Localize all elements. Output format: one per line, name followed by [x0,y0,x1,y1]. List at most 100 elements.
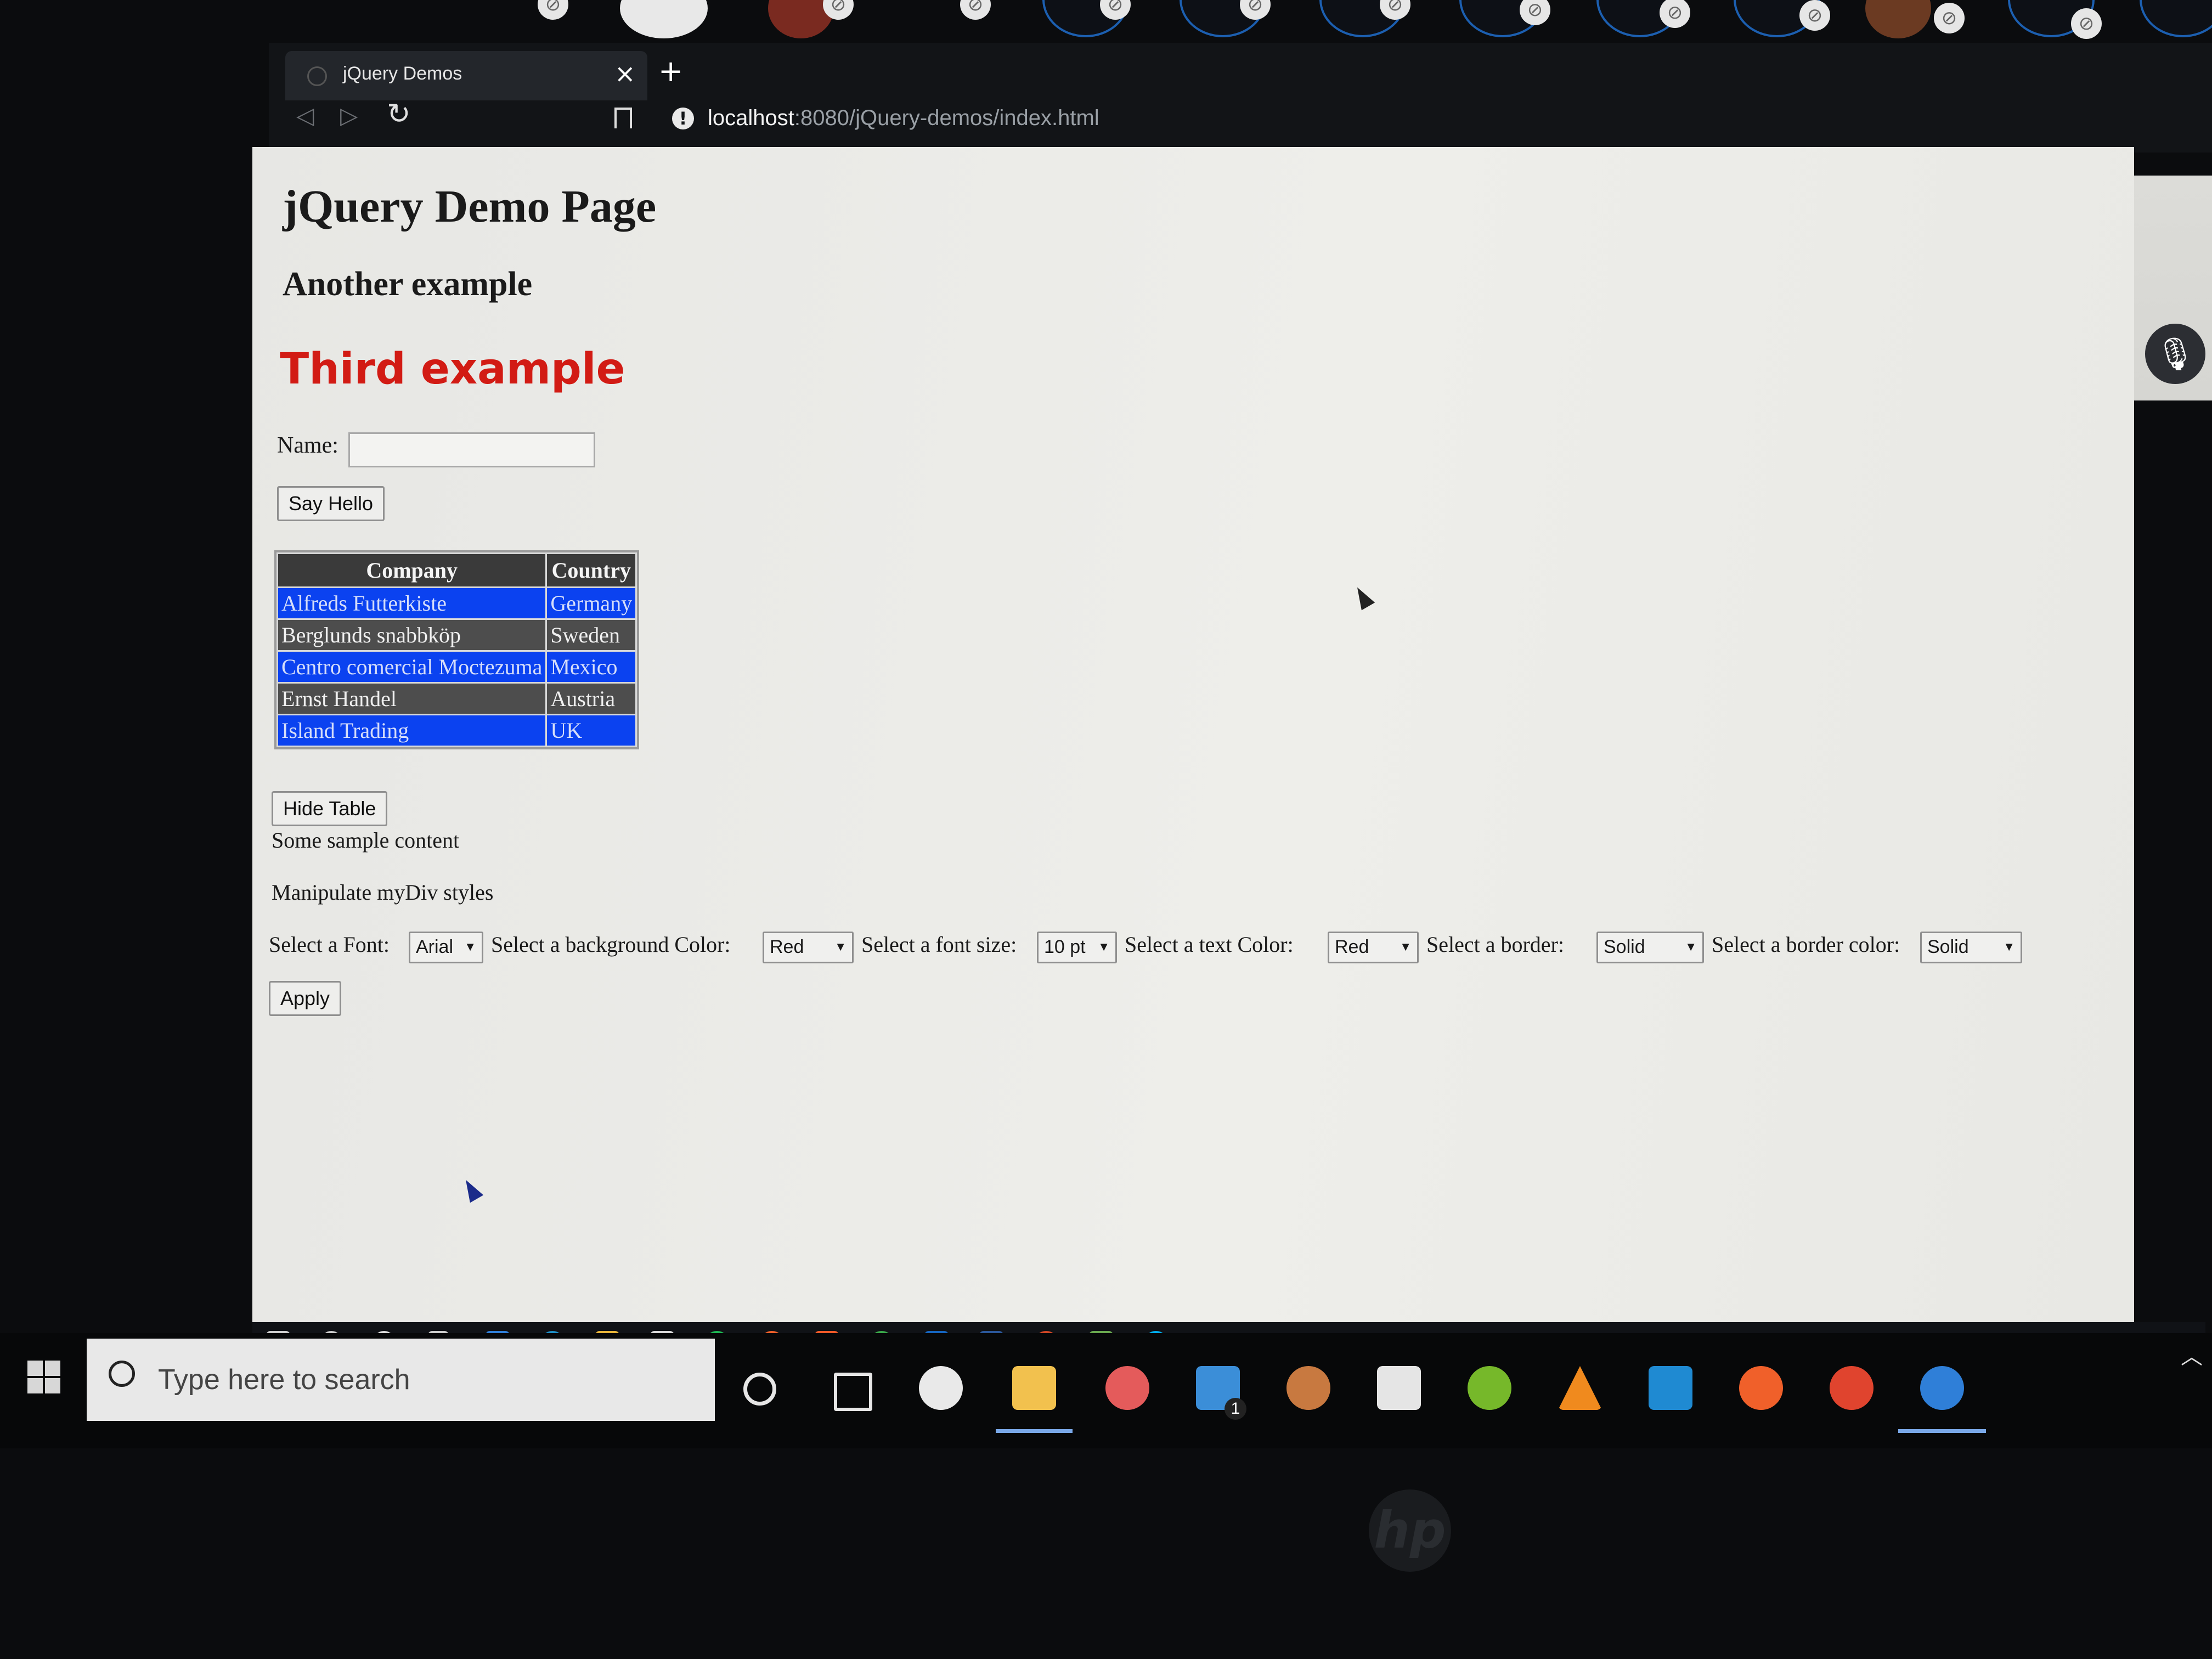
company-cell: Berglunds snabbköp [278,620,546,650]
mic-off-icon: ⊘ [1934,3,1965,33]
table-row: Ernst Handel Austria [278,684,636,714]
text-color-value: Red [1335,936,1369,957]
address-path: :8080/jQuery-demos/index.html [794,106,1099,130]
close-tab-icon[interactable]: × [614,59,636,88]
column-header-company: Company [278,554,546,586]
cortana-icon[interactable] [743,1373,776,1406]
table-row: Centro comercial Moctezuma Mexico [278,652,636,682]
company-cell: Island Trading [278,715,546,746]
page-title: jQuery Demo Page [283,181,657,232]
mic-off-icon: ⊘ [2071,8,2102,39]
apply-button[interactable]: Apply [269,981,342,1016]
vscode-icon[interactable] [1649,1366,1692,1410]
utorrent-icon[interactable] [1468,1366,1511,1410]
back-arrow-icon[interactable]: ◁ [296,102,314,129]
info-icon[interactable]: ! [672,108,694,129]
microphone-icon[interactable]: 🎙 [2145,324,2205,384]
mic-off-icon: ⊘ [960,0,991,20]
participant-avatar[interactable] [620,0,708,38]
active-app-indicator [996,1429,1073,1433]
table-row: Berglunds snabbköp Sweden [278,620,636,650]
windows-start-icon[interactable] [27,1361,61,1395]
third-example-heading: Third example [280,345,625,394]
chevron-up-icon[interactable]: ︿ [2181,1339,2203,1370]
border-color-label: Select a border color: [1712,932,1900,957]
border-value: Solid [1604,936,1645,957]
mic-off-icon: ⊘ [1799,0,1830,31]
text-color-label: Select a text Color: [1125,932,1294,957]
background-color-select[interactable]: Red ▼ [763,932,854,963]
country-cell: Austria [547,684,636,714]
snipping-tool-icon[interactable] [1105,1366,1149,1410]
vlc-icon[interactable] [1558,1366,1602,1410]
search-icon [109,1361,135,1387]
sample-content: Some sample content [272,828,460,853]
mouse-cursor-icon [459,1176,484,1203]
search-placeholder: Type here to search [158,1364,410,1396]
new-tab-icon[interactable]: + [658,54,683,88]
participant-tile[interactable] [2140,0,2212,37]
font-size-select[interactable]: 10 pt ▼ [1037,932,1117,963]
tab-title: jQuery Demos [343,63,462,84]
dropdown-arrow-icon: ▼ [1098,940,1110,953]
background-color-value: Red [770,936,804,957]
participant-strip: ⊘ ⊘ ⊘ ⊘ ⊘ ⊘ ⊘ ⊘ ⊘ ⊘ ⊘ [0,0,2212,39]
font-size-value: 10 pt [1044,936,1086,957]
page-viewport: jQuery Demo Page Another example Third e… [252,147,2134,1327]
company-cell: Alfreds Futterkiste [278,588,546,618]
column-header-country: Country [547,554,636,586]
browser-chrome: jQuery Demos × + ◁ ▷ ↻ ! localhost:8080/… [269,43,2212,153]
name-label: Name: [277,433,338,458]
background-color-label: Select a background Color: [491,932,731,957]
mic-off-icon: ⊘ [538,0,568,20]
active-app-indicator [1898,1429,1986,1433]
file-explorer-icon[interactable] [1012,1366,1056,1410]
table-row: Island Trading UK [278,715,636,746]
border-color-select[interactable]: Solid ▼ [1920,932,2022,963]
chrome-icon[interactable] [1830,1366,1874,1410]
firefox-icon[interactable] [1739,1366,1783,1410]
border-color-value: Solid [1927,936,1969,957]
address-bar[interactable]: localhost:8080/jQuery-demos/index.html [708,106,1099,131]
store-icon[interactable] [1377,1366,1421,1410]
dropdown-arrow-icon: ▼ [1685,940,1697,953]
mouse-cursor-icon [1350,583,1375,611]
company-table: Company Country Alfreds Futterkiste Germ… [274,550,640,749]
company-cell: Centro comercial Moctezuma [278,652,546,682]
task-view-icon[interactable] [834,1373,872,1411]
participant-avatar[interactable] [1865,0,1931,38]
mail-badge: 1 [1224,1398,1246,1420]
border-select[interactable]: Solid ▼ [1596,932,1704,963]
text-color-select[interactable]: Red ▼ [1328,932,1419,963]
country-cell: Sweden [547,620,636,650]
table-row: Alfreds Futterkiste Germany [278,588,636,618]
font-label: Select a Font: [269,932,390,957]
country-cell: UK [547,715,636,746]
dropdown-arrow-icon: ▼ [1400,940,1412,953]
say-hello-button[interactable]: Say Hello [277,486,385,521]
hp-logo-icon: hp [1369,1489,1451,1572]
page-subtitle: Another example [283,266,533,303]
forward-arrow-icon[interactable]: ▷ [340,102,358,129]
taskbar-search-box[interactable]: Type here to search [87,1339,715,1421]
globe-icon [307,66,327,86]
skype-icon[interactable] [1920,1366,1964,1410]
hide-table-button[interactable]: Hide Table [272,791,388,826]
font-select[interactable]: Arial ▼ [409,932,483,963]
reload-icon[interactable]: ↻ [387,98,411,131]
browser-tab[interactable]: jQuery Demos × [285,51,647,100]
address-host: localhost [708,106,794,130]
table-header-row: Company Country [278,554,636,586]
app-icon[interactable] [1286,1366,1330,1410]
dropdown-arrow-icon: ▼ [2003,940,2015,953]
taskbar: Type here to search 1 [0,1333,2212,1448]
company-cell: Ernst Handel [278,684,546,714]
dropdown-arrow-icon: ▼ [834,940,847,953]
photos-icon[interactable] [919,1366,963,1410]
border-label: Select a border: [1426,932,1564,957]
name-input[interactable] [348,432,595,467]
country-cell: Mexico [547,652,636,682]
manipulate-heading: Manipulate myDiv styles [272,880,494,905]
dropdown-arrow-icon: ▼ [464,940,476,953]
bookmark-icon[interactable] [614,108,632,128]
